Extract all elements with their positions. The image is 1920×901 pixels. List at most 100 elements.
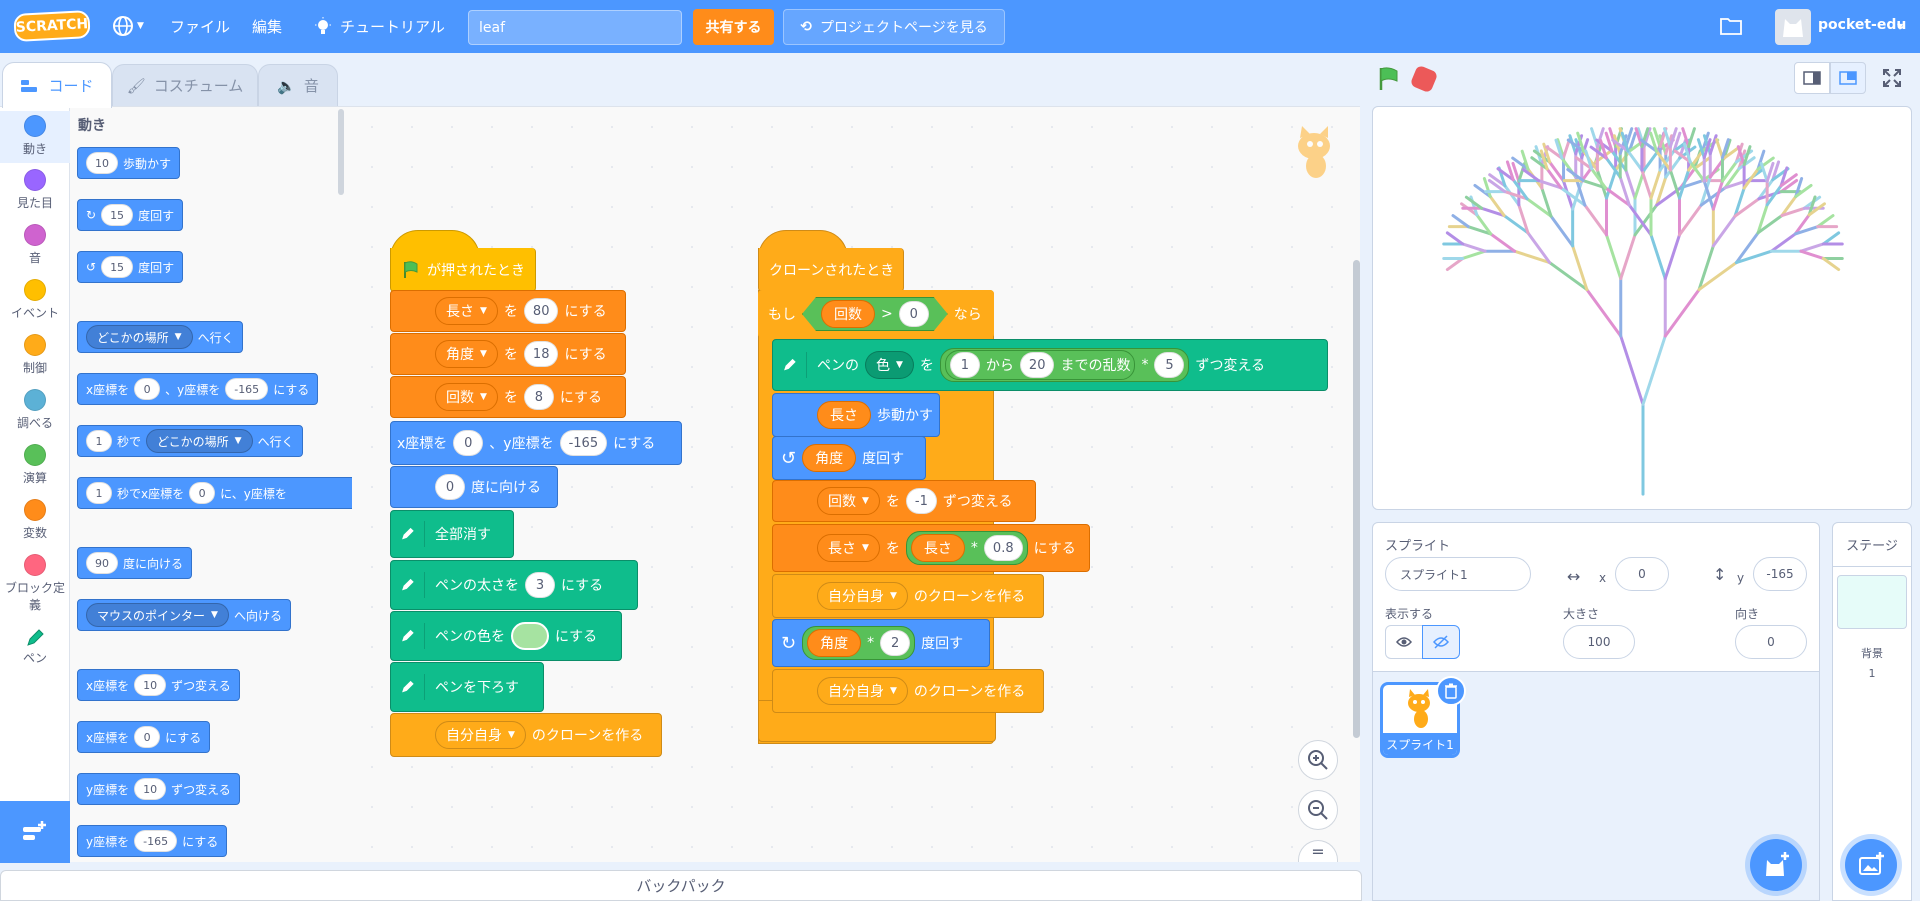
pen-size-input[interactable]: 3	[525, 572, 555, 598]
multiply-operator[interactable]: 長さ * 0.8	[905, 531, 1028, 565]
value-input[interactable]: 18	[523, 341, 559, 367]
fullscreen-button[interactable]	[1874, 62, 1910, 94]
multiply-operator[interactable]: 1 から 20 までの乱数 * 5	[939, 348, 1190, 382]
degrees-input[interactable]: 15	[101, 204, 134, 226]
clone-target-dropdown[interactable]: 自分自身 ▼	[817, 677, 908, 705]
category-events[interactable]: イベント	[0, 279, 70, 321]
value-input[interactable]: 80	[523, 298, 559, 324]
variable-dropdown[interactable]: 角度 ▼	[435, 340, 498, 368]
random-to-input[interactable]: 20	[1019, 352, 1055, 378]
tutorial-menu[interactable]: チュートリアル	[314, 0, 445, 53]
multiply-operator[interactable]: 角度 * 2	[802, 626, 916, 660]
sprite-name-input[interactable]	[1385, 557, 1531, 591]
block-change-pen-effect[interactable]: ペンの 色 ▼ を 1 から 20 までの乱数 * 5 ずつ変える	[772, 339, 1328, 391]
workspace-scrollbar[interactable]	[1353, 260, 1360, 738]
compare-value-input[interactable]: 0	[899, 301, 929, 327]
multiplier-input[interactable]: 0.8	[983, 535, 1023, 561]
x-field[interactable]: 0	[1615, 557, 1669, 591]
x-input[interactable]: 0	[134, 726, 161, 748]
goto-target-dropdown[interactable]: どこかの場所 ▼	[86, 325, 193, 349]
y-input[interactable]: -165	[225, 378, 269, 400]
palette-scrollbar[interactable]	[338, 109, 344, 195]
angle-reporter[interactable]: 角度	[802, 444, 857, 472]
size-field[interactable]: 100	[1563, 625, 1635, 659]
angle-reporter[interactable]: 角度	[807, 629, 862, 657]
variable-dropdown[interactable]: 長さ ▼	[817, 534, 880, 562]
edit-menu[interactable]: 編集	[252, 0, 282, 53]
normal-stage-button[interactable]	[1830, 62, 1866, 94]
y-input[interactable]: -165	[559, 430, 608, 456]
block-turn-left[interactable]: ↺ 15 度回す	[77, 251, 184, 283]
block-goto-xy[interactable]: x座標を 0 、y座標を -165 にする	[390, 421, 682, 465]
if-header[interactable]: もし 回数 > 0 なら	[758, 290, 994, 338]
steps-input[interactable]: 10	[86, 152, 118, 174]
block-point-direction[interactable]: 90 度に向ける	[77, 547, 193, 579]
dy-input[interactable]: 10	[134, 778, 167, 800]
category-sensing[interactable]: 調べる	[0, 389, 70, 431]
language-menu[interactable]: ▼	[112, 12, 154, 40]
x-input[interactable]: 0	[134, 378, 161, 400]
variable-dropdown[interactable]: 長さ ▼	[435, 297, 498, 325]
variable-dropdown[interactable]: 回数 ▼	[435, 383, 498, 411]
degrees-input[interactable]: 15	[101, 256, 134, 278]
block-turn-left[interactable]: ↺ 角度 度回す	[772, 436, 926, 480]
category-control[interactable]: 制御	[0, 334, 70, 376]
green-flag-button[interactable]	[1376, 66, 1402, 96]
y-field[interactable]: -165	[1753, 557, 1807, 591]
dx-input[interactable]: 10	[134, 674, 167, 696]
block-move-steps[interactable]: 長さ 歩動かす	[772, 393, 940, 437]
category-sound[interactable]: 音	[0, 224, 70, 266]
add-sprite-button[interactable]	[1750, 839, 1802, 891]
towards-dropdown[interactable]: マウスのポインター ▼	[86, 603, 229, 627]
block-create-clone[interactable]: 自分自身 ▼ のクローンを作る	[772, 669, 1044, 713]
block-pen-down[interactable]: ペンを下ろす	[390, 662, 544, 712]
color-swatch[interactable]	[511, 622, 549, 650]
block-create-clone[interactable]: 自分自身 ▼ のクローンを作る	[772, 574, 1044, 618]
delete-sprite-button[interactable]	[1436, 676, 1466, 706]
seconds-input[interactable]: 1	[86, 430, 112, 452]
block-set-length[interactable]: 長さ ▼ を 80 にする	[390, 290, 626, 332]
see-project-page-button[interactable]: ⟲ プロジェクトページを見る	[783, 9, 1005, 45]
random-operator[interactable]: 1 から 20 までの乱数	[944, 350, 1136, 380]
length-reporter[interactable]: 長さ	[910, 534, 965, 562]
multiplier-input[interactable]: 2	[880, 630, 911, 656]
zoom-out-button[interactable]	[1298, 790, 1338, 830]
category-motion[interactable]: 動き	[0, 111, 70, 163]
category-pen[interactable]: ペン	[0, 627, 70, 666]
avatar[interactable]	[1775, 9, 1811, 45]
block-turn-right[interactable]: ↻ 角度 * 2 度回す	[772, 619, 990, 667]
value-input[interactable]: -1	[905, 488, 937, 514]
backpack[interactable]: バックパック	[0, 870, 1362, 901]
value-input[interactable]: 8	[523, 384, 554, 410]
block-when-clone-starts[interactable]: クローンされたとき	[758, 248, 904, 292]
y-input[interactable]: -165	[134, 830, 178, 852]
length-reporter[interactable]: 長さ	[817, 401, 871, 429]
block-turn-right[interactable]: ↻ 15 度回す	[77, 199, 184, 231]
clone-target-dropdown[interactable]: 自分自身 ▼	[817, 582, 908, 610]
x-input[interactable]: 0	[189, 482, 216, 504]
file-menu[interactable]: ファイル	[170, 0, 230, 53]
block-goto[interactable]: どこかの場所 ▼ へ行く	[77, 321, 243, 353]
block-when-flag-clicked[interactable]: が押されたとき	[390, 248, 536, 292]
scratch-logo[interactable]: SCRATCH	[13, 10, 91, 42]
block-set-pen-color[interactable]: ペンの色を にする	[390, 611, 622, 661]
tab-sound[interactable]: 🔈 音	[258, 64, 338, 106]
add-backdrop-button[interactable]	[1845, 839, 1897, 891]
random-from-input[interactable]: 1	[949, 352, 980, 378]
pen-param-dropdown[interactable]: 色 ▼	[865, 351, 914, 379]
direction-input[interactable]: 0	[435, 474, 465, 500]
backdrop-thumbnail[interactable]	[1837, 575, 1907, 629]
block-glide[interactable]: 1 秒で どこかの場所 ▼ へ行く	[77, 425, 303, 457]
block-set-x[interactable]: x座標を 0 にする	[77, 721, 211, 753]
zoom-in-button[interactable]	[1298, 740, 1338, 780]
category-looks[interactable]: 見た目	[0, 169, 70, 211]
block-glide-xy[interactable]: 1 秒でx座標を 0 に、y座標を	[77, 477, 352, 509]
chevron-down-icon[interactable]: ▾	[1897, 19, 1903, 33]
block-set-length[interactable]: 長さ ▼ を 長さ * 0.8 にする	[772, 524, 1090, 572]
block-point-direction[interactable]: 0 度に向ける	[390, 466, 558, 508]
username[interactable]: pocket-edu	[1818, 17, 1906, 33]
small-stage-button[interactable]	[1794, 62, 1830, 94]
tab-code[interactable]: コード	[2, 62, 112, 108]
project-title-input[interactable]	[468, 10, 682, 45]
block-change-y[interactable]: y座標を 10 ずつ変える	[77, 773, 240, 805]
